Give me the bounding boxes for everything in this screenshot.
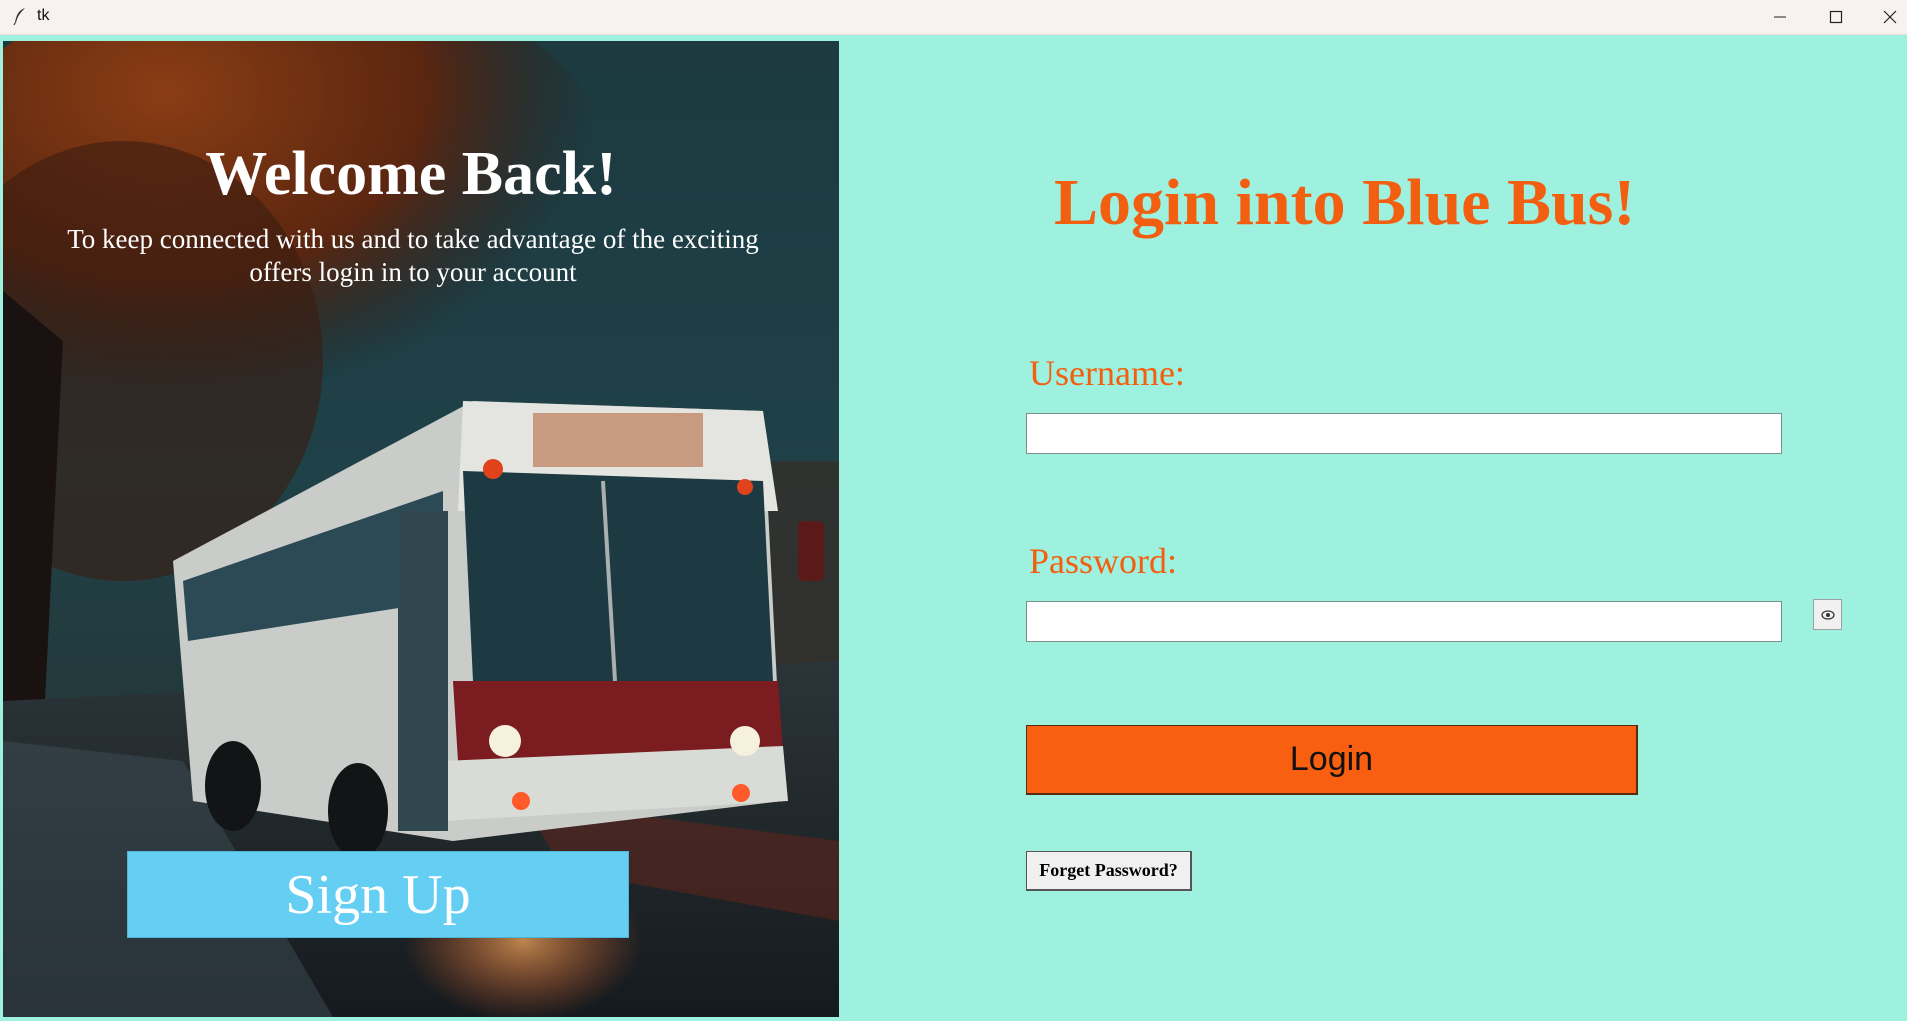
window-title: tk (37, 7, 50, 24)
feather-icon (13, 8, 25, 25)
maximize-button[interactable] (1808, 0, 1864, 34)
maximize-icon (1829, 10, 1843, 24)
eye-icon (1820, 609, 1835, 620)
password-label: Password: (1029, 541, 1178, 581)
close-icon (1883, 10, 1897, 24)
forget-password-button[interactable]: Forget Password? (1026, 851, 1192, 891)
welcome-panel: Welcome Back! To keep connected with us … (3, 41, 839, 1017)
close-button[interactable] (1862, 0, 1907, 34)
password-input[interactable] (1026, 601, 1782, 642)
username-label: Username: (1029, 353, 1185, 393)
minimize-icon (1774, 16, 1786, 18)
login-heading: Login into Blue Bus! (1054, 166, 1636, 239)
title-bar: tk (0, 0, 1907, 35)
welcome-subtitle: To keep connected with us and to take ad… (67, 224, 759, 287)
sign-up-button[interactable]: Sign Up (127, 851, 629, 938)
show-password-button[interactable] (1813, 599, 1842, 630)
welcome-heading: Welcome Back! (205, 140, 617, 208)
minimize-button[interactable] (1752, 0, 1808, 34)
app-window: tk Welcome Back! To keep connected with … (0, 0, 1907, 1021)
login-panel: Login into Blue Bus! Username: Password:… (839, 37, 1907, 1021)
login-button[interactable]: Login (1026, 725, 1638, 795)
username-input[interactable] (1026, 413, 1782, 454)
